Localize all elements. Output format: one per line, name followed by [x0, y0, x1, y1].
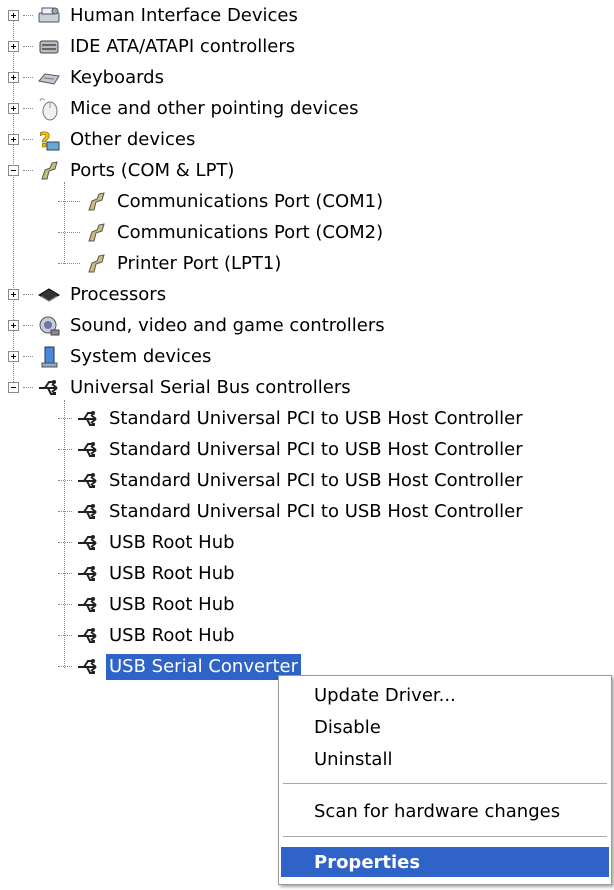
tree-item-usb-host-controller[interactable]: Standard Universal PCI to USB Host Contr…: [58, 434, 526, 465]
tree-item-keyboards[interactable]: Keyboards: [8, 62, 167, 93]
usb-icon: [76, 655, 100, 679]
tree-item-usb-controllers[interactable]: Universal Serial Bus controllers: [8, 372, 354, 403]
menu-item-properties[interactable]: Properties: [281, 847, 609, 877]
menu-item-scan-hardware[interactable]: Scan for hardware changes: [281, 796, 609, 826]
tree-item-human-interface-devices[interactable]: Human Interface Devices: [8, 0, 301, 31]
speaker-icon: [37, 314, 61, 338]
tree-item-processors[interactable]: Processors: [8, 279, 169, 310]
tree-item-ide-controllers[interactable]: IDE ATA/ATAPI controllers: [8, 31, 298, 62]
tree-item-usb-host-controller[interactable]: Standard Universal PCI to USB Host Contr…: [58, 496, 526, 527]
tree-item-label: USB Serial Converter: [106, 653, 301, 680]
menu-item-label: Properties: [314, 851, 421, 873]
expand-toggle[interactable]: [8, 134, 19, 145]
tree-item-label: Standard Universal PCI to USB Host Contr…: [109, 438, 523, 460]
expand-toggle[interactable]: [8, 320, 19, 331]
usb-icon: [76, 438, 100, 462]
tree-item-label: USB Root Hub: [109, 593, 235, 615]
menu-item-label: Update Driver...: [314, 684, 456, 706]
tree-item-com2[interactable]: Communications Port (COM2): [58, 217, 386, 248]
menu-item-label: Scan for hardware changes: [314, 800, 561, 822]
question-mark-icon: ?: [37, 128, 61, 152]
keyboard-icon: [37, 66, 61, 90]
tree-item-usb-root-hub[interactable]: USB Root Hub: [58, 589, 238, 620]
tree-item-label: Communications Port (COM2): [117, 221, 384, 243]
tree-item-usb-root-hub[interactable]: USB Root Hub: [58, 558, 238, 589]
tree-item-system-devices[interactable]: System devices: [8, 341, 214, 372]
expand-toggle[interactable]: [8, 351, 19, 362]
tree-item-label: IDE ATA/ATAPI controllers: [70, 35, 296, 57]
tree-item-label: Standard Universal PCI to USB Host Contr…: [109, 469, 523, 491]
tree-item-label: Other devices: [70, 128, 196, 150]
tree-item-usb-serial-converter[interactable]: USB Serial Converter: [58, 651, 301, 682]
usb-icon: [76, 469, 100, 493]
svg-text:?: ?: [39, 128, 51, 152]
tree-item-sound[interactable]: Sound, video and game controllers: [8, 310, 388, 341]
context-menu: Update Driver... Disable Uninstall Scan …: [278, 675, 612, 885]
expand-toggle[interactable]: [8, 10, 19, 21]
hid-icon: [37, 4, 61, 28]
menu-item-label: Disable: [314, 716, 381, 738]
tree-item-label: Ports (COM & LPT): [70, 159, 235, 181]
tree-item-label: USB Root Hub: [109, 624, 235, 646]
usb-icon: [37, 376, 61, 400]
processor-icon: [37, 283, 61, 307]
ide-controller-icon: [37, 35, 61, 59]
tree-item-ports[interactable]: Ports (COM & LPT): [8, 155, 237, 186]
tree-item-usb-root-hub[interactable]: USB Root Hub: [58, 527, 238, 558]
tree-item-label: Mice and other pointing devices: [70, 97, 359, 119]
menu-item-uninstall[interactable]: Uninstall: [281, 744, 609, 774]
tree-item-label: Standard Universal PCI to USB Host Contr…: [109, 407, 523, 429]
tree-item-label: Sound, video and game controllers: [70, 314, 385, 336]
tree-item-label: Processors: [70, 283, 167, 305]
tree-item-usb-root-hub[interactable]: USB Root Hub: [58, 620, 238, 651]
menu-item-disable[interactable]: Disable: [281, 712, 609, 742]
tree-item-com1[interactable]: Communications Port (COM1): [58, 186, 386, 217]
tree-item-label: Communications Port (COM1): [117, 190, 384, 212]
tree-item-label: Keyboards: [70, 66, 164, 88]
tree-item-mice[interactable]: Mice and other pointing devices: [8, 93, 361, 124]
usb-icon: [76, 407, 100, 431]
menu-separator: [283, 783, 607, 784]
tree-item-label: Printer Port (LPT1): [117, 252, 282, 274]
menu-item-update-driver[interactable]: Update Driver...: [281, 680, 609, 710]
usb-icon: [76, 500, 100, 524]
usb-icon: [76, 562, 100, 586]
tree-item-usb-host-controller[interactable]: Standard Universal PCI to USB Host Contr…: [58, 403, 526, 434]
tree-item-usb-host-controller[interactable]: Standard Universal PCI to USB Host Contr…: [58, 465, 526, 496]
expand-toggle[interactable]: [8, 41, 19, 52]
tree-item-label: USB Root Hub: [109, 531, 235, 553]
tree-item-lpt1[interactable]: Printer Port (LPT1): [58, 248, 284, 279]
menu-separator: [283, 836, 607, 837]
port-icon: [84, 252, 108, 276]
device-tree: Human Interface Devices IDE ATA/ATAPI co…: [0, 0, 614, 690]
computer-icon: [37, 345, 61, 369]
port-icon: [84, 190, 108, 214]
collapse-toggle[interactable]: [8, 165, 19, 176]
port-icon: [84, 221, 108, 245]
tree-item-other-devices[interactable]: ? Other devices: [8, 124, 198, 155]
usb-icon: [76, 593, 100, 617]
tree-item-label: System devices: [70, 345, 212, 367]
expand-toggle[interactable]: [8, 289, 19, 300]
expand-toggle[interactable]: [8, 72, 19, 83]
collapse-toggle[interactable]: [8, 382, 19, 393]
tree-item-label: USB Root Hub: [109, 562, 235, 584]
tree-item-label: Universal Serial Bus controllers: [70, 376, 351, 398]
expand-toggle[interactable]: [8, 103, 19, 114]
usb-icon: [76, 624, 100, 648]
mouse-icon: [37, 97, 61, 121]
tree-item-label: Human Interface Devices: [70, 4, 298, 26]
menu-item-label: Uninstall: [314, 748, 393, 770]
port-icon: [37, 159, 61, 183]
tree-item-label: Standard Universal PCI to USB Host Contr…: [109, 500, 523, 522]
usb-icon: [76, 531, 100, 555]
